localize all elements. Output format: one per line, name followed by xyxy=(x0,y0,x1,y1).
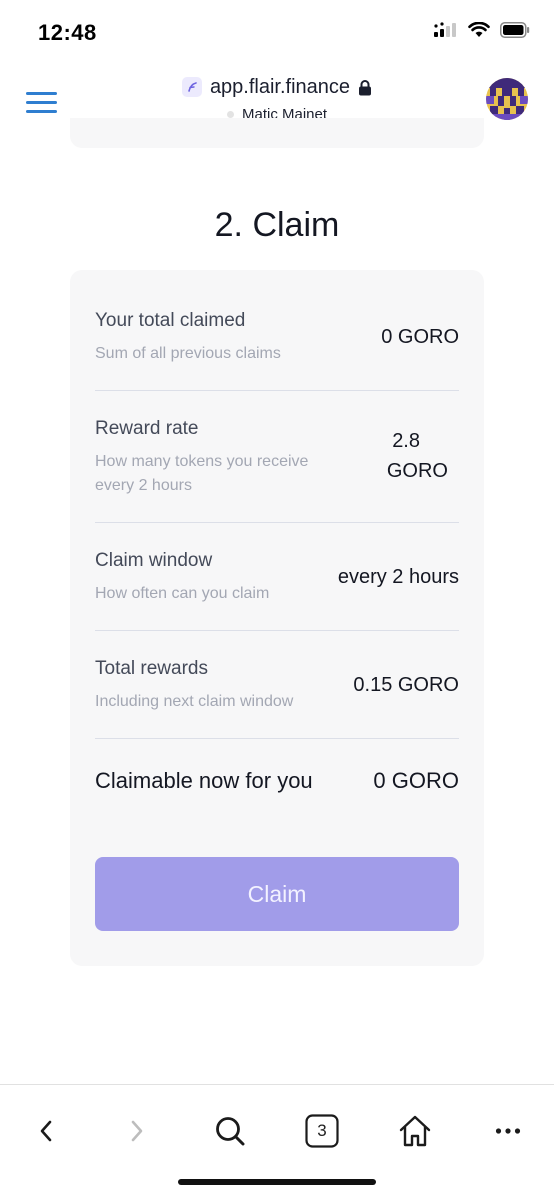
cellular-signal-icon xyxy=(434,22,458,38)
menu-icon-bar xyxy=(26,92,57,95)
url-text: app.flair.finance xyxy=(209,75,351,98)
reward-rate-sub-line1: How many tokens you receive xyxy=(95,453,309,470)
reward-rate-value-unit: GORO xyxy=(386,460,448,482)
claimable-now-label: Claimable now for you xyxy=(95,768,313,793)
address-bar[interactable]: app.flair.finance Matic Mainet xyxy=(120,72,434,123)
status-bar: 12:48 xyxy=(0,0,554,64)
reward-rate-sub-line2: every 2 hours xyxy=(95,477,192,494)
tabs-icon: 3 xyxy=(305,1114,339,1148)
url-line: app.flair.finance xyxy=(120,72,434,102)
battery-icon xyxy=(500,22,530,38)
search-button[interactable] xyxy=(208,1113,252,1149)
forward-button[interactable] xyxy=(115,1113,159,1149)
claim-window-value: every 2 hours xyxy=(337,566,459,588)
flair-logo-icon xyxy=(181,77,202,97)
tab-count: 3 xyxy=(317,1121,327,1140)
total-rewards-sub: Including next claim window xyxy=(95,693,294,710)
back-button[interactable] xyxy=(24,1113,68,1149)
home-indicator xyxy=(178,1179,376,1185)
menu-button[interactable] xyxy=(24,88,60,116)
reward-rate-row: Reward rate How many tokens you receive … xyxy=(95,418,459,523)
back-icon xyxy=(38,1119,54,1143)
total-claimed-label: Your total claimed xyxy=(95,310,246,331)
reward-rate-label: Reward rate xyxy=(95,418,199,439)
status-time: 12:48 xyxy=(38,20,97,45)
more-icon xyxy=(495,1127,521,1135)
status-icons xyxy=(434,22,530,38)
previous-section-card xyxy=(70,118,484,148)
total-claimed-row: Your total claimed Sum of all previous c… xyxy=(95,310,459,391)
wifi-icon xyxy=(468,22,490,38)
claim-button[interactable]: Claim xyxy=(95,857,459,931)
claimable-now-row: Claimable now for you 0 GORO xyxy=(95,764,459,804)
claim-window-label: Claim window xyxy=(95,550,213,571)
total-rewards-value: 0.15 GORO xyxy=(353,674,459,696)
network-status-dot xyxy=(226,111,234,118)
total-claimed-value: 0 GORO xyxy=(381,326,459,348)
total-claimed-sub: Sum of all previous claims xyxy=(95,345,281,362)
total-rewards-row: Total rewards Including next claim windo… xyxy=(95,658,459,739)
claim-window-sub: How often can you claim xyxy=(95,585,270,602)
forward-icon xyxy=(129,1119,145,1143)
section-title: 2. Claim xyxy=(214,206,340,244)
menu-icon-bar xyxy=(26,110,57,113)
tabs-button[interactable]: 3 xyxy=(300,1113,344,1149)
search-icon xyxy=(214,1115,246,1147)
claim-window-row: Claim window How often can you claim eve… xyxy=(95,550,459,631)
total-rewards-label: Total rewards xyxy=(95,658,208,679)
more-button[interactable] xyxy=(486,1113,530,1149)
home-button[interactable] xyxy=(393,1113,437,1149)
menu-icon-bar xyxy=(26,101,57,104)
lock-icon xyxy=(358,79,372,96)
home-icon xyxy=(398,1114,432,1148)
claim-card: Your total claimed Sum of all previous c… xyxy=(70,270,484,966)
claimable-now-value: 0 GORO xyxy=(373,768,459,793)
avatar[interactable] xyxy=(486,78,528,120)
reward-rate-value-amount: 2.8 xyxy=(392,430,420,452)
